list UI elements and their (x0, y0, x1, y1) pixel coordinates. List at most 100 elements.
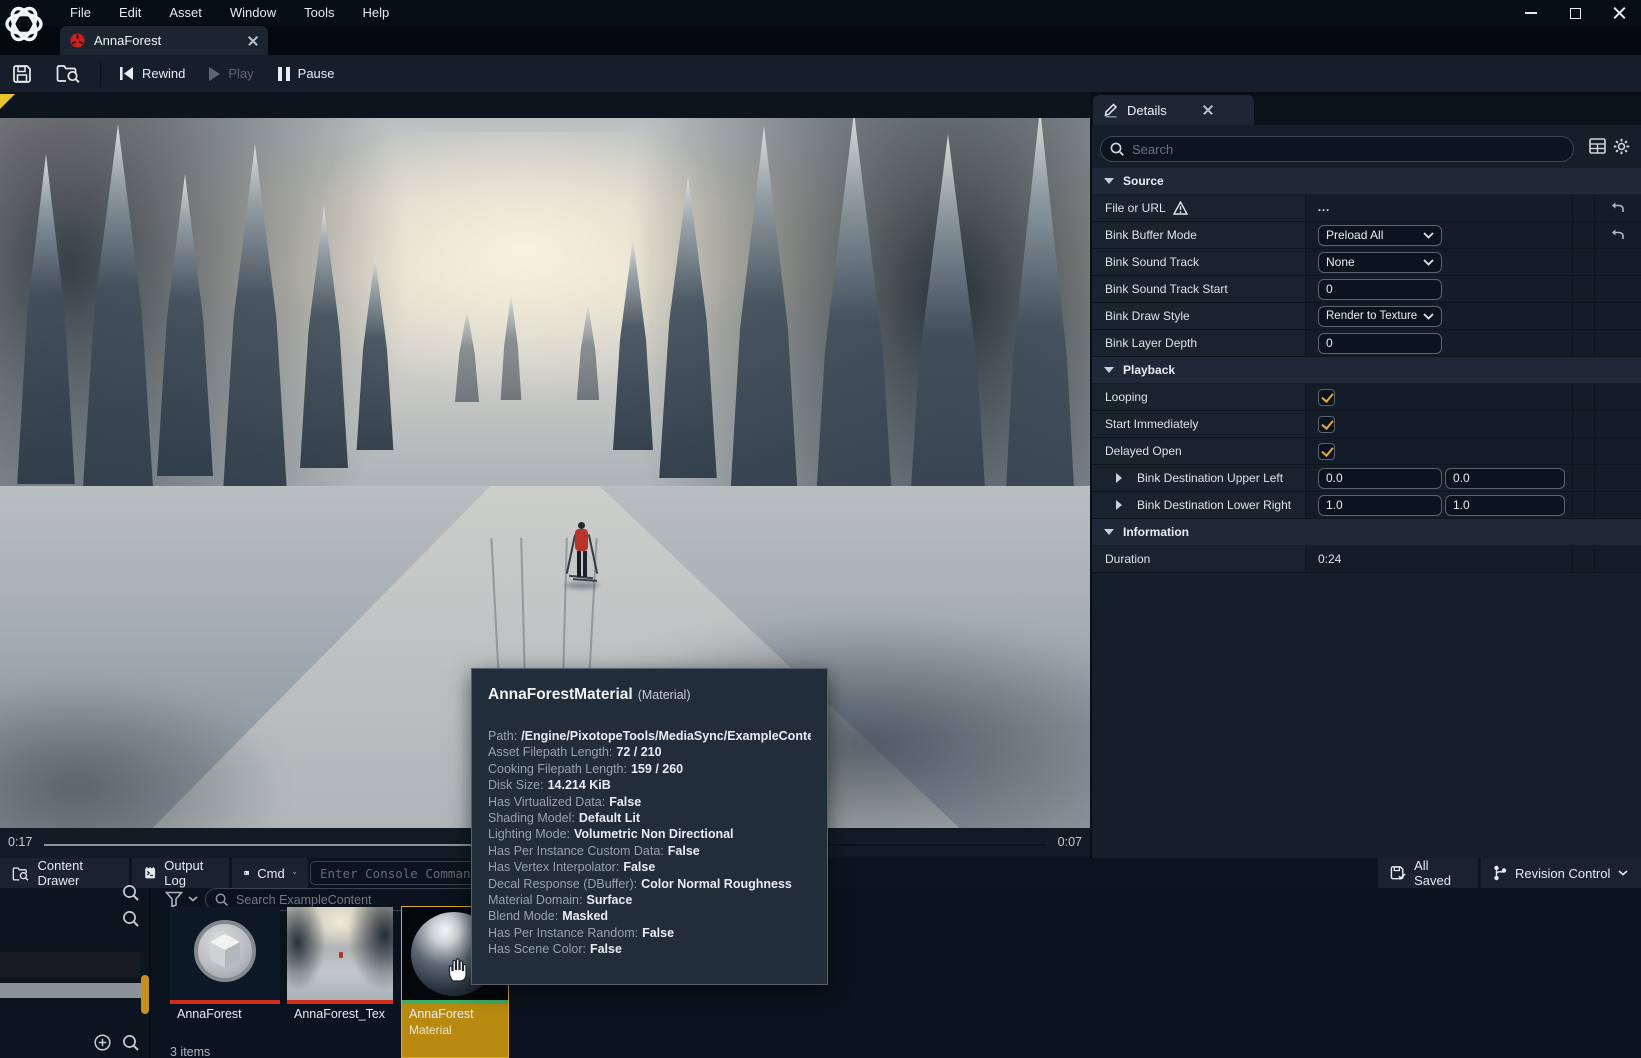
hand-cursor-icon (444, 955, 470, 983)
dest-lower-right-y-input[interactable]: 1.0 (1445, 495, 1565, 516)
section-information[interactable]: Information (1092, 519, 1641, 545)
asset-tile-annaforest-tex[interactable]: AnnaForest_Tex (287, 907, 393, 1043)
output-log-label: Output Log (164, 858, 217, 888)
tab-close-icon[interactable] (248, 36, 258, 46)
grid-icon (1589, 138, 1606, 154)
row-duration: Duration 0:24 (1092, 546, 1641, 573)
row-bink-layer-depth: Bink Layer Depth 0 (1092, 330, 1641, 357)
row-bink-destination-upper-left: Bink Destination Upper Left 0.0 0.0 (1092, 465, 1641, 492)
menu-edit[interactable]: Edit (105, 0, 155, 26)
file-url-menu-button[interactable]: ... (1318, 202, 1330, 214)
row-label: Bink Draw Style (1105, 309, 1190, 323)
asset-tile-annaforest-media[interactable]: AnnaForest (170, 907, 280, 1043)
close-button[interactable] (1597, 0, 1641, 26)
delayed-open-checkbox[interactable] (1318, 443, 1335, 460)
menu-window[interactable]: Window (216, 0, 290, 26)
start-immediately-checkbox[interactable] (1318, 416, 1335, 433)
row-looping: Looping (1092, 384, 1641, 411)
chevron-down-icon (1423, 232, 1434, 239)
row-label: Bink Destination Upper Left (1137, 471, 1283, 485)
collapse-arrow-icon (1104, 178, 1114, 184)
menu-file[interactable]: File (56, 0, 105, 26)
folder-tree-row[interactable] (0, 952, 140, 977)
document-tab-title: AnnaForest (94, 33, 161, 48)
all-saved-button[interactable]: All Saved (1378, 858, 1478, 888)
cmd-button[interactable]: Cmd (232, 858, 308, 888)
section-source[interactable]: Source (1092, 168, 1641, 194)
chevron-down-icon (1618, 870, 1628, 876)
layer-depth-input[interactable]: 0 (1318, 333, 1442, 354)
expand-arrow-icon[interactable] (1116, 500, 1122, 510)
drawer-filter-chevron-icon[interactable] (188, 896, 198, 902)
details-search-input[interactable]: Search (1100, 136, 1574, 162)
reset-arrow-icon[interactable] (1611, 202, 1625, 214)
details-tab[interactable]: Details (1093, 95, 1254, 125)
content-drawer-label: Content Drawer (37, 858, 117, 888)
revision-control-button[interactable]: Revision Control (1481, 858, 1641, 888)
row-delayed-open: Delayed Open (1092, 438, 1641, 465)
add-source-button[interactable] (94, 1034, 111, 1051)
sidebar-search-icon[interactable] (122, 884, 140, 902)
app-logo-icon (2, 2, 46, 46)
section-playback[interactable]: Playback (1092, 357, 1641, 383)
drawer-filter-icon[interactable] (165, 891, 183, 907)
expand-arrow-icon[interactable] (1116, 473, 1122, 483)
filter-search-icon[interactable] (122, 910, 140, 928)
save-button[interactable] (0, 55, 44, 92)
pause-button[interactable]: Pause (266, 55, 347, 92)
row-label: Delayed Open (1105, 444, 1182, 458)
maximize-button[interactable] (1553, 0, 1597, 26)
details-tab-close-icon[interactable] (1203, 105, 1213, 115)
dest-upper-left-x-input[interactable]: 0.0 (1318, 468, 1442, 489)
console-placeholder: Enter Console Command (320, 866, 478, 881)
menu-asset[interactable]: Asset (155, 0, 216, 26)
browse-asset-button[interactable] (44, 55, 94, 92)
display-grid-button[interactable] (1589, 138, 1606, 154)
sound-track-dropdown[interactable]: None (1318, 252, 1442, 273)
output-log-icon (144, 865, 156, 881)
search-icon (215, 893, 229, 907)
menu-tools[interactable]: Tools (290, 0, 348, 26)
minimize-button[interactable] (1509, 0, 1553, 26)
document-tab-annaforest[interactable]: AnnaForest (60, 26, 268, 55)
warning-icon (1173, 201, 1188, 215)
pause-label: Pause (298, 66, 335, 81)
row-label: Start Immediately (1105, 417, 1198, 431)
chevron-down-icon (293, 870, 296, 876)
folder-tree-row-selected[interactable] (0, 983, 143, 998)
content-drawer-icon (12, 865, 29, 882)
bottom-search-icon[interactable] (122, 1034, 140, 1052)
asset-tooltip: AnnaForestMaterial(Material) Path:/Engin… (471, 668, 828, 985)
chevron-down-icon (1423, 259, 1434, 266)
tooltip-asset-type: (Material) (638, 688, 691, 702)
texture-thumbnail (287, 907, 393, 1000)
rewind-button[interactable]: Rewind (107, 55, 197, 92)
rewind-icon (119, 66, 134, 81)
menu-help[interactable]: Help (348, 0, 403, 26)
sound-track-start-input[interactable]: 0 (1318, 279, 1442, 300)
output-log-button[interactable]: Output Log (132, 858, 229, 888)
sidebar-scrollbar[interactable] (141, 975, 149, 1014)
dest-upper-left-y-input[interactable]: 0.0 (1445, 468, 1565, 489)
section-playback-title: Playback (1123, 363, 1175, 377)
dest-lower-right-x-input[interactable]: 1.0 (1318, 495, 1442, 516)
row-label: Bink Sound Track (1105, 255, 1199, 269)
skier-figure (563, 522, 603, 632)
content-drawer-button[interactable]: Content Drawer (0, 858, 129, 888)
section-source-title: Source (1123, 174, 1164, 188)
folder-search-icon (56, 63, 82, 84)
buffer-mode-dropdown[interactable]: Preload All (1318, 225, 1442, 246)
collapse-arrow-icon (1104, 367, 1114, 373)
row-bink-sound-track: Bink Sound Track None (1092, 249, 1641, 276)
row-file-or-url: File or URL ... (1092, 195, 1641, 222)
row-label: Duration (1105, 552, 1150, 566)
looping-checkbox[interactable] (1318, 389, 1335, 406)
reset-arrow-icon[interactable] (1611, 229, 1625, 241)
content-search-placeholder: Search ExampleContent (236, 893, 372, 907)
draw-style-dropdown[interactable]: Render to Texture (1318, 306, 1442, 327)
row-label: Bink Destination Lower Right (1137, 498, 1291, 512)
settings-button[interactable] (1613, 138, 1630, 155)
remaining-time: 0:07 (1058, 835, 1082, 849)
play-button[interactable]: Play (197, 55, 265, 92)
elapsed-time: 0:17 (8, 835, 32, 849)
